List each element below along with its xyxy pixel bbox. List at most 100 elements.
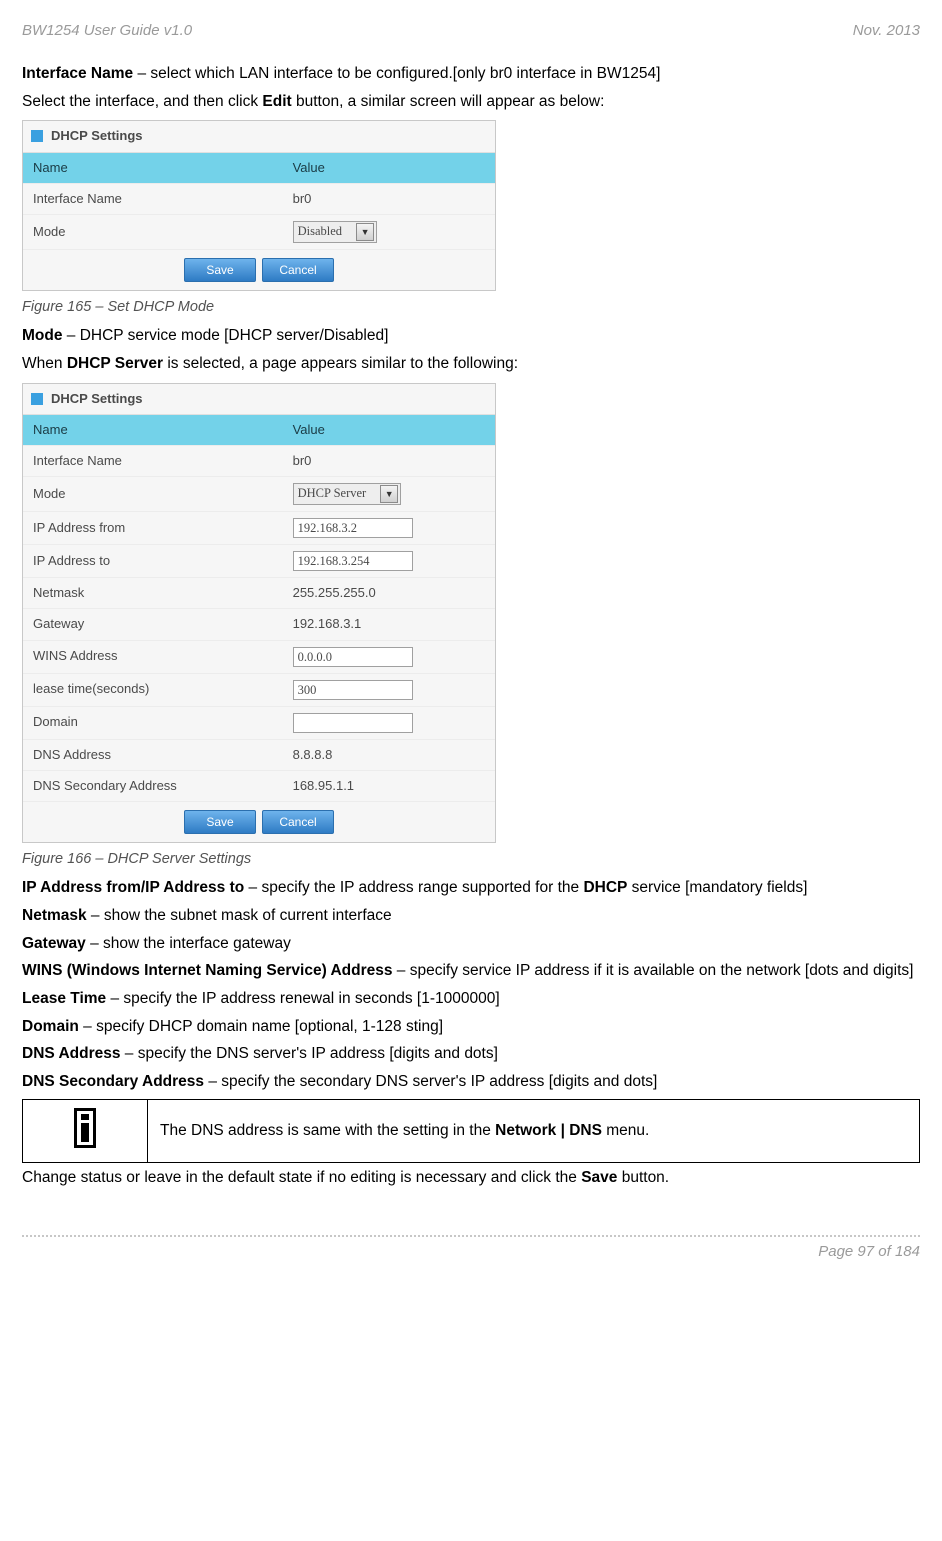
term: DNS Secondary Address [22, 1073, 204, 1090]
body-text: DNS Secondary Address – specify the seco… [22, 1071, 920, 1093]
page-number: Page 97 of 184 [818, 1243, 920, 1260]
body-text: When DHCP Server is selected, a page app… [22, 353, 920, 375]
text: button, a similar screen will appear as … [292, 93, 605, 110]
body-text: DNS Address – specify the DNS server's I… [22, 1043, 920, 1065]
row-label: Netmask [23, 578, 283, 608]
header-right: Nov. 2013 [853, 20, 920, 41]
table-row: DNS Address 8.8.8.8 [23, 739, 495, 770]
body-text: Gateway – show the interface gateway [22, 933, 920, 955]
info-box: The DNS address is same with the setting… [22, 1099, 920, 1164]
text: When [22, 355, 67, 372]
text: The DNS address is same with the setting… [160, 1122, 495, 1139]
body-text: WINS (Windows Internet Naming Service) A… [22, 960, 920, 982]
term: WINS (Windows Internet Naming Service) A… [22, 962, 393, 979]
table-header: Name Value [23, 415, 495, 445]
info-icon [74, 1108, 96, 1148]
term: Mode [22, 327, 62, 344]
panel-icon [31, 130, 43, 142]
save-button[interactable]: Save [184, 810, 256, 834]
panel-title-text: DHCP Settings [51, 390, 143, 408]
panel-icon [31, 393, 43, 405]
cancel-button[interactable]: Cancel [262, 258, 334, 282]
row-value: br0 [283, 184, 495, 214]
table-row: IP Address from 192.168.3.2 [23, 511, 495, 544]
body-text: Select the interface, and then click Edi… [22, 91, 920, 113]
select-value: Disabled [298, 223, 342, 241]
cancel-button[interactable]: Cancel [262, 810, 334, 834]
row-label: Gateway [23, 609, 283, 639]
table-row: lease time(seconds) 300 [23, 673, 495, 706]
info-text-cell: The DNS address is same with the setting… [148, 1099, 920, 1163]
page-footer: Page 97 of 184 [22, 1235, 920, 1262]
ip-to-input[interactable]: 192.168.3.254 [293, 551, 413, 571]
col-value: Value [283, 153, 495, 183]
ip-from-input[interactable]: 192.168.3.2 [293, 518, 413, 538]
col-name: Name [23, 153, 283, 183]
text: button. [617, 1169, 669, 1186]
row-label: Domain [23, 707, 283, 737]
table-row: Gateway 192.168.3.1 [23, 608, 495, 639]
body-text: Lease Time – specify the IP address rene… [22, 988, 920, 1010]
term: Lease Time [22, 990, 106, 1007]
row-value: 8.8.8.8 [283, 740, 495, 770]
row-value: 255.255.255.0 [283, 578, 495, 608]
term: DNS Address [22, 1045, 120, 1062]
row-value: 192.168.3.1 [283, 609, 495, 639]
definition: – specify DHCP domain name [optional, 1-… [79, 1018, 443, 1035]
row-label: Interface Name [23, 446, 283, 476]
chevron-down-icon: ▼ [380, 485, 398, 503]
select-value: DHCP Server [298, 485, 367, 503]
term: Interface Name [22, 65, 133, 82]
chevron-down-icon: ▼ [356, 223, 374, 241]
row-label: IP Address to [23, 546, 283, 576]
definition: – specify the IP address renewal in seco… [106, 990, 500, 1007]
figure-caption: Figure 166 – DHCP Server Settings [22, 849, 920, 869]
table-row: IP Address to 192.168.3.254 [23, 544, 495, 577]
col-value: Value [283, 415, 495, 445]
panel-title: DHCP Settings [23, 121, 495, 152]
table-row: Domain [23, 706, 495, 739]
term: Domain [22, 1018, 79, 1035]
body-text: IP Address from/IP Address to – specify … [22, 877, 920, 899]
definition: – select which LAN interface to be confi… [133, 65, 660, 82]
lease-time-input[interactable]: 300 [293, 680, 413, 700]
row-label: Interface Name [23, 184, 283, 214]
text: service [mandatory fields] [627, 879, 807, 896]
term: Network | DNS [495, 1122, 602, 1139]
term: IP Address from/IP Address to [22, 879, 244, 896]
mode-select[interactable]: Disabled ▼ [293, 221, 377, 243]
term: Edit [262, 93, 291, 110]
table-row: Interface Name br0 [23, 183, 495, 214]
mode-select[interactable]: DHCP Server ▼ [293, 483, 402, 505]
domain-input[interactable] [293, 713, 413, 733]
body-text: Interface Name – select which LAN interf… [22, 63, 920, 85]
body-text: Change status or leave in the default st… [22, 1167, 920, 1189]
row-value: 168.95.1.1 [283, 771, 495, 801]
page-header: BW1254 User Guide v1.0 Nov. 2013 [22, 20, 920, 41]
definition: – show the subnet mask of current interf… [87, 907, 392, 924]
row-label: DNS Address [23, 740, 283, 770]
info-icon-cell [23, 1099, 148, 1163]
term: Save [581, 1169, 617, 1186]
row-label: WINS Address [23, 641, 283, 671]
body-text: Netmask – show the subnet mask of curren… [22, 905, 920, 927]
text: Select the interface, and then click [22, 93, 262, 110]
col-name: Name [23, 415, 283, 445]
save-button[interactable]: Save [184, 258, 256, 282]
row-value: br0 [283, 446, 495, 476]
table-row: Netmask 255.255.255.0 [23, 577, 495, 608]
text: menu. [602, 1122, 649, 1139]
row-label: Mode [23, 217, 283, 247]
term: Netmask [22, 907, 87, 924]
definition: – specify the DNS server's IP address [d… [120, 1045, 497, 1062]
table-row: Mode Disabled ▼ [23, 214, 495, 249]
panel-title-text: DHCP Settings [51, 127, 143, 145]
header-left: BW1254 User Guide v1.0 [22, 20, 192, 41]
dhcp-settings-panel-165: DHCP Settings Name Value Interface Name … [22, 120, 496, 291]
table-row: Mode DHCP Server ▼ [23, 476, 495, 511]
text: Change status or leave in the default st… [22, 1169, 581, 1186]
term: Gateway [22, 935, 86, 952]
row-label: Mode [23, 479, 283, 509]
definition: – specify service IP address if it is av… [393, 962, 914, 979]
wins-input[interactable]: 0.0.0.0 [293, 647, 413, 667]
